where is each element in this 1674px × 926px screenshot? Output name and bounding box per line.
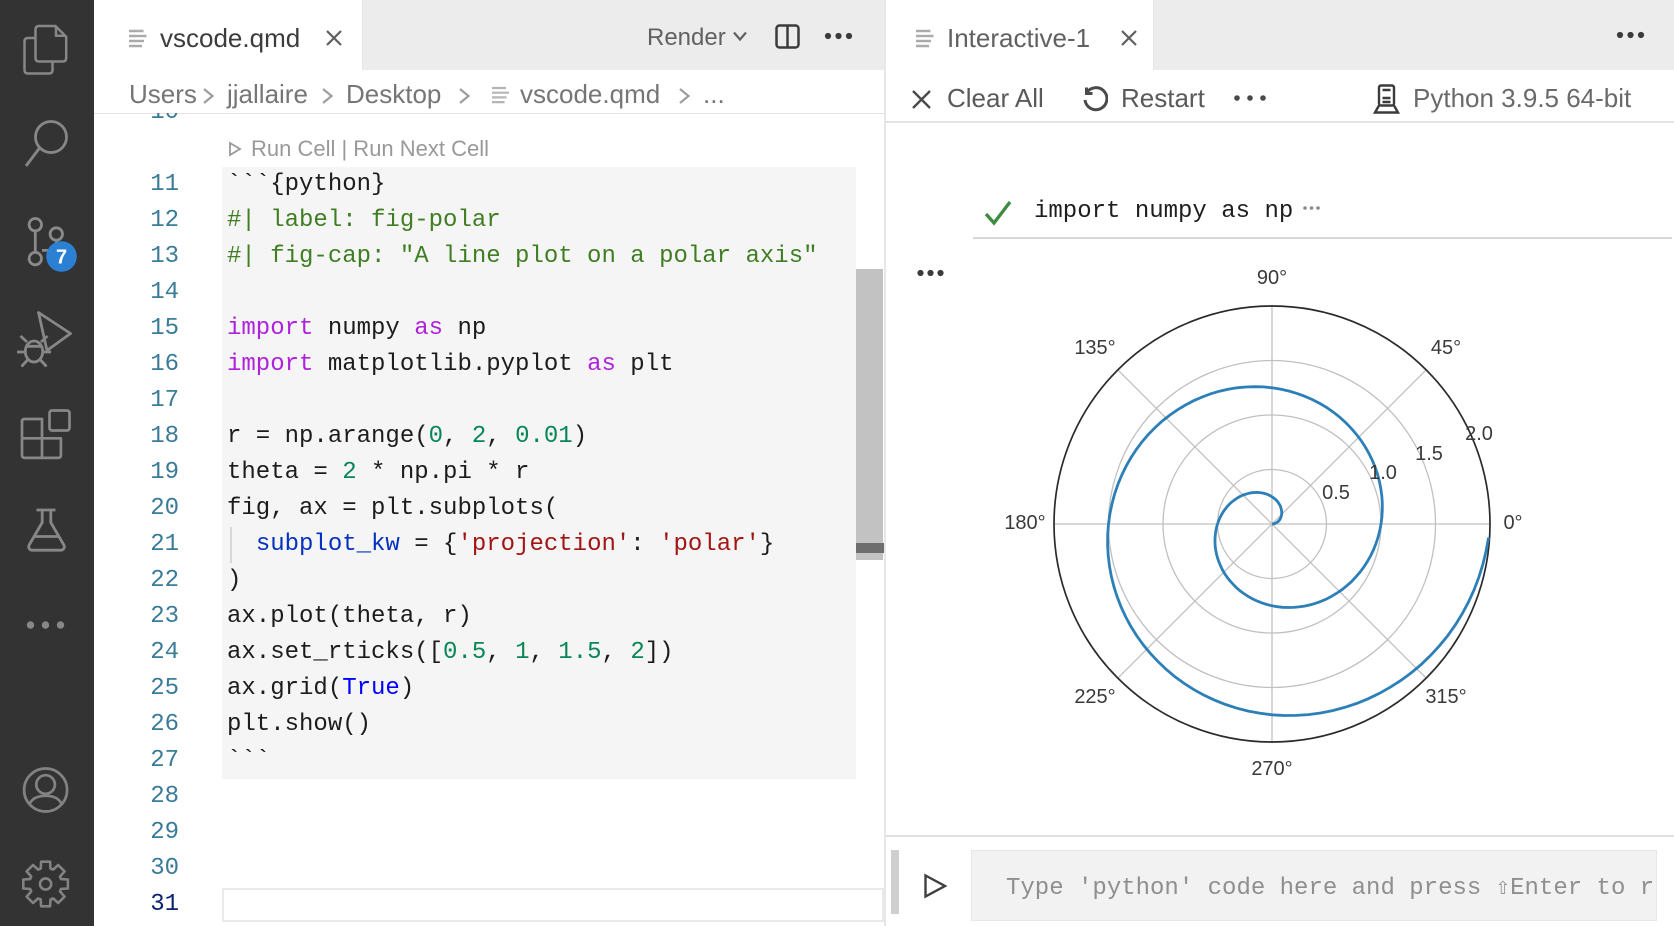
svg-text:225°: 225° <box>1074 686 1115 708</box>
svg-text:270°: 270° <box>1251 758 1292 780</box>
svg-text:1.0: 1.0 <box>1369 462 1397 484</box>
svg-text:90°: 90° <box>1257 267 1287 289</box>
svg-text:0°: 0° <box>1503 512 1522 534</box>
svg-text:7: 7 <box>56 247 67 269</box>
svg-text:315°: 315° <box>1425 686 1466 708</box>
svg-text:135°: 135° <box>1074 337 1115 359</box>
svg-text:180°: 180° <box>1004 512 1045 534</box>
svg-text:2.0: 2.0 <box>1465 423 1493 445</box>
svg-text:0.5: 0.5 <box>1322 482 1350 504</box>
svg-text:45°: 45° <box>1431 337 1461 359</box>
svg-text:1.5: 1.5 <box>1415 443 1443 465</box>
